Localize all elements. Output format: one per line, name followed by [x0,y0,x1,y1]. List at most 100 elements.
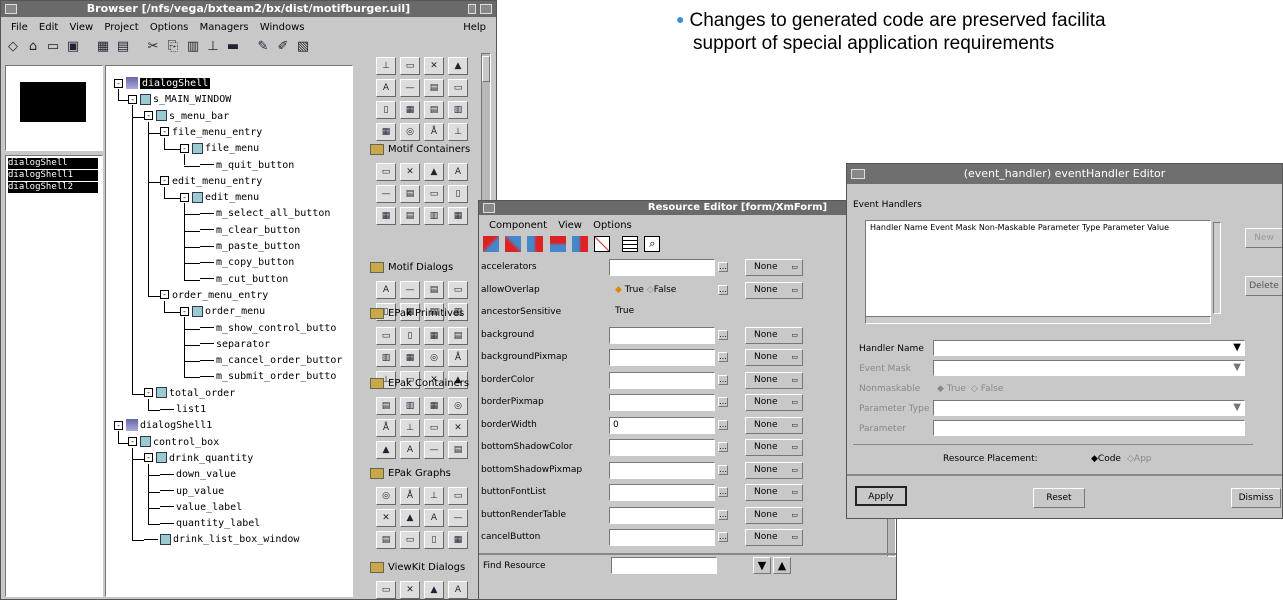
widget-palette-button[interactable]: Å [400,487,420,505]
resource-mode-menu[interactable]: None ▭ [745,439,803,456]
open-icon[interactable]: ⌂ [25,39,41,55]
widget-palette-button[interactable]: ▲ [424,163,444,181]
search-icon[interactable]: ⌕ [644,236,661,252]
palette-group-header[interactable]: Motif Containers [368,141,476,159]
widget-palette-button[interactable]: ▤ [448,327,468,345]
resource-mode-menu[interactable]: None ▭ [745,484,803,501]
trash-icon[interactable]: ▬ [225,39,241,55]
widget-palette-button[interactable]: ▭ [400,531,420,549]
widget-palette-button[interactable]: ▭ [448,281,468,299]
widget-palette-button[interactable]: ▭ [424,419,444,437]
tree-node[interactable]: value_label [160,501,242,515]
widget-palette-button[interactable]: ✕ [400,581,420,599]
list-icon[interactable] [622,236,639,252]
ellipsis-button[interactable]: … [718,397,728,407]
tree-node[interactable]: quantity_label [160,517,260,531]
resource-editor-titlebar[interactable]: Resource Editor [form/XmForm] [479,201,896,215]
widget-palette-button[interactable]: ▲ [424,581,444,599]
widget-palette-button[interactable]: ✕ [424,57,444,75]
widget-palette-button[interactable]: ▦ [424,397,444,415]
widget-palette-button[interactable]: ▦ [400,101,420,119]
parameter-type-combo[interactable]: ▼ [933,400,1245,416]
cut-icon[interactable]: ✂ [145,39,161,55]
tree-node[interactable]: separator [200,338,270,352]
widget-palette-button[interactable]: ▲ [376,441,396,459]
widget-palette-button[interactable]: ▤ [400,185,420,203]
widget-palette-button[interactable]: ▦ [376,123,396,141]
widget-palette-button[interactable]: ▥ [400,397,420,415]
collapse-icon[interactable]: - [160,176,169,186]
tree-node[interactable]: list1 [160,403,206,417]
ellipsis-button[interactable]: … [718,509,728,520]
event-editor-titlebar[interactable]: (event_handler) eventHandler Editor [847,164,1282,184]
paste-icon[interactable]: ▥ [185,39,201,55]
widget-palette-button[interactable]: ▥ [424,207,444,225]
tree-node[interactable]: m_copy_button [200,256,294,270]
tree-node[interactable]: - file_menu [180,142,259,156]
menu-project[interactable]: Project [104,22,138,33]
resource-mode-menu[interactable]: None ▭ [745,371,803,389]
window-menu-icon[interactable] [483,203,495,213]
dropdown-arrow-icon[interactable]: ▼ [1233,362,1241,373]
menu-component[interactable]: Component [489,220,547,231]
menu-edit[interactable]: Edit [39,22,58,33]
shell-item[interactable]: dialogShell [8,158,98,169]
collapse-icon[interactable]: - [160,127,169,137]
maximize-icon[interactable] [480,4,492,14]
ellipsis-button[interactable]: … [718,262,728,272]
tree-node[interactable]: - control_box [128,436,219,450]
widget-palette-button[interactable]: Å [424,123,444,141]
tree-node[interactable]: m_clear_button [200,224,300,238]
nonmaskable-true-radio[interactable]: ◆ True [937,384,966,394]
widget-palette-button[interactable]: — [424,441,444,459]
tree-node[interactable]: - total_order [144,387,235,401]
find-down-button[interactable]: ▼ [753,557,771,574]
palette-group-header[interactable]: EPak Containers [368,375,476,393]
tree-node[interactable]: - drink_quantity [144,452,253,466]
widget-palette-button[interactable]: ⊥ [400,419,420,437]
widget-palette-button[interactable]: ✕ [448,419,468,437]
widget-palette-button[interactable]: ▲ [400,509,420,527]
resource-value-input[interactable] [609,439,715,456]
widget-palette-button[interactable]: ▯ [400,327,420,345]
widget-palette-button[interactable]: ◎ [400,123,420,141]
tree-node[interactable]: up_value [160,485,224,499]
ellipsis-button[interactable]: … [718,419,728,430]
apply-button[interactable]: Apply [855,486,907,506]
resource-mode-menu[interactable]: None ▭ [745,349,803,366]
widget-palette-button[interactable]: ▤ [424,101,444,119]
widget-palette-button[interactable]: — [400,281,420,299]
widget-palette-button[interactable]: A [400,441,420,459]
palette-group-header[interactable]: Motif Dialogs [368,259,476,277]
collapse-icon[interactable]: - [128,437,137,447]
clear-icon[interactable] [593,236,610,252]
nonmaskable-false-radio[interactable]: ◇ False [971,384,1003,394]
widget-palette-button[interactable]: ▤ [376,397,396,415]
collapse-icon[interactable]: - [144,388,153,398]
resource-mode-menu[interactable]: None ▭ [745,506,803,524]
widget-palette-button[interactable]: A [448,163,468,181]
shell-list[interactable]: dialogShell dialogShell1 dialogShell2 [5,155,103,597]
ellipsis-button[interactable]: … [718,374,728,385]
widget-palette-button[interactable]: ▤ [376,531,396,549]
collapse-icon[interactable]: - [114,420,123,430]
widget-palette-button[interactable]: ▦ [448,207,468,225]
widget-palette-button[interactable]: ⊥ [424,487,444,505]
shell-item[interactable]: dialogShell2 [8,182,98,193]
resource-mode-menu[interactable]: None ▭ [745,461,803,479]
placement-code-radio[interactable]: ◆Code [1091,454,1121,464]
resource-mode-menu[interactable]: None ▭ [745,281,803,299]
grid-icon[interactable]: ▦ [95,39,111,55]
collapse-icon[interactable]: - [144,453,153,463]
event-mask-combo[interactable]: ▼ [933,360,1245,376]
collapse-icon[interactable]: - [128,94,137,104]
widget-palette-button[interactable]: ▭ [400,57,420,75]
widget-palette-button[interactable]: ◎ [448,397,468,415]
dropdown-arrow-icon[interactable]: ▼ [1233,342,1241,353]
widget-palette-button[interactable]: ▭ [448,487,468,505]
widget-palette-button[interactable]: A [376,281,396,299]
widget-palette-button[interactable]: ▦ [448,531,468,549]
widget-palette-button[interactable]: ▭ [376,581,396,599]
tree-node[interactable]: m_show_control_butto [200,322,336,336]
collapse-icon[interactable]: - [144,111,153,121]
